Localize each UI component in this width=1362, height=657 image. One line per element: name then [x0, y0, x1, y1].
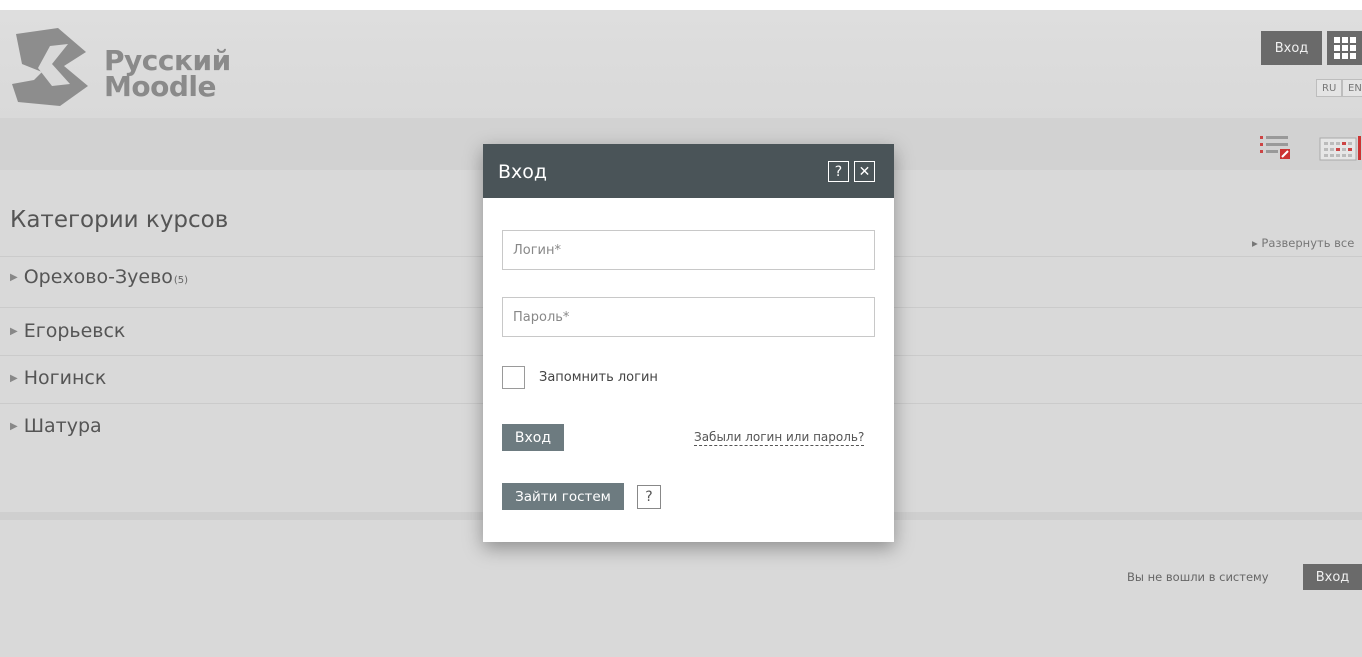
forgot-password-link[interactable]: Забыли логин или пароль?	[694, 429, 865, 446]
password-input[interactable]	[502, 297, 875, 337]
logo-text: Русский Moodle	[104, 47, 284, 103]
remember-login-checkbox[interactable]	[502, 366, 525, 389]
site-logo[interactable]: Русский Moodle	[8, 24, 248, 110]
grid-menu-button[interactable]	[1327, 31, 1362, 65]
logo-mark-icon	[12, 28, 88, 106]
page: Русский Moodle Вход RU EN Категории курс…	[0, 0, 1362, 657]
category-count: (5)	[173, 274, 189, 286]
chevron-right-icon: ▶	[10, 420, 18, 432]
guest-login-button[interactable]: Зайти гостем	[502, 483, 624, 510]
list-icon-button[interactable]	[1258, 132, 1292, 162]
category-label[interactable]: Егорьевск	[24, 320, 126, 342]
chevron-right-icon: ▶	[10, 372, 18, 384]
grid-icon	[1333, 37, 1356, 59]
login-input[interactable]	[502, 230, 875, 270]
category-item[interactable]: ▶ Егорьевск	[10, 320, 125, 342]
header-login-button[interactable]: Вход	[1261, 31, 1322, 65]
site-header: Русский Moodle	[0, 10, 1362, 118]
dialog-header: Вход ? ✕	[483, 144, 894, 198]
not-logged-in-text: Вы не вошли в систему	[1127, 570, 1269, 584]
category-item[interactable]: ▶ Шатура	[10, 415, 102, 437]
page-title: Категории курсов	[10, 207, 229, 234]
logo-text-line2: Moodle	[104, 70, 216, 103]
dialog-title: Вход	[498, 161, 548, 183]
lang-en[interactable]: EN	[1342, 79, 1362, 97]
footer-login-button[interactable]: Вход	[1303, 564, 1362, 590]
top-strip	[0, 0, 1362, 10]
calendar-icon-button[interactable]	[1318, 132, 1361, 162]
calendar-icon	[1319, 136, 1361, 161]
category-label[interactable]: Шатура	[24, 415, 102, 437]
list-icon	[1260, 136, 1290, 159]
expand-all-link[interactable]: ▸ Развернуть все	[1252, 236, 1354, 250]
lang-ru[interactable]: RU	[1316, 79, 1343, 97]
dialog-login-button[interactable]: Вход	[502, 424, 564, 451]
dialog-help-icon[interactable]: ?	[828, 161, 849, 182]
guest-help-icon[interactable]: ?	[637, 485, 661, 509]
remember-login-label[interactable]: Запомнить логин	[539, 370, 658, 385]
category-label[interactable]: Орехово-Зуево	[24, 266, 173, 288]
chevron-right-icon: ▶	[10, 271, 18, 283]
chevron-right-icon: ▶	[10, 325, 18, 337]
login-dialog: Вход ? ✕ Запомнить логин Вход Забыли лог…	[483, 144, 894, 542]
category-item[interactable]: ▶ Ногинск	[10, 367, 106, 389]
dialog-close-icon[interactable]: ✕	[854, 161, 875, 182]
category-label[interactable]: Ногинск	[24, 367, 107, 389]
category-item[interactable]: ▶ Орехово-Зуево (5)	[10, 266, 188, 288]
